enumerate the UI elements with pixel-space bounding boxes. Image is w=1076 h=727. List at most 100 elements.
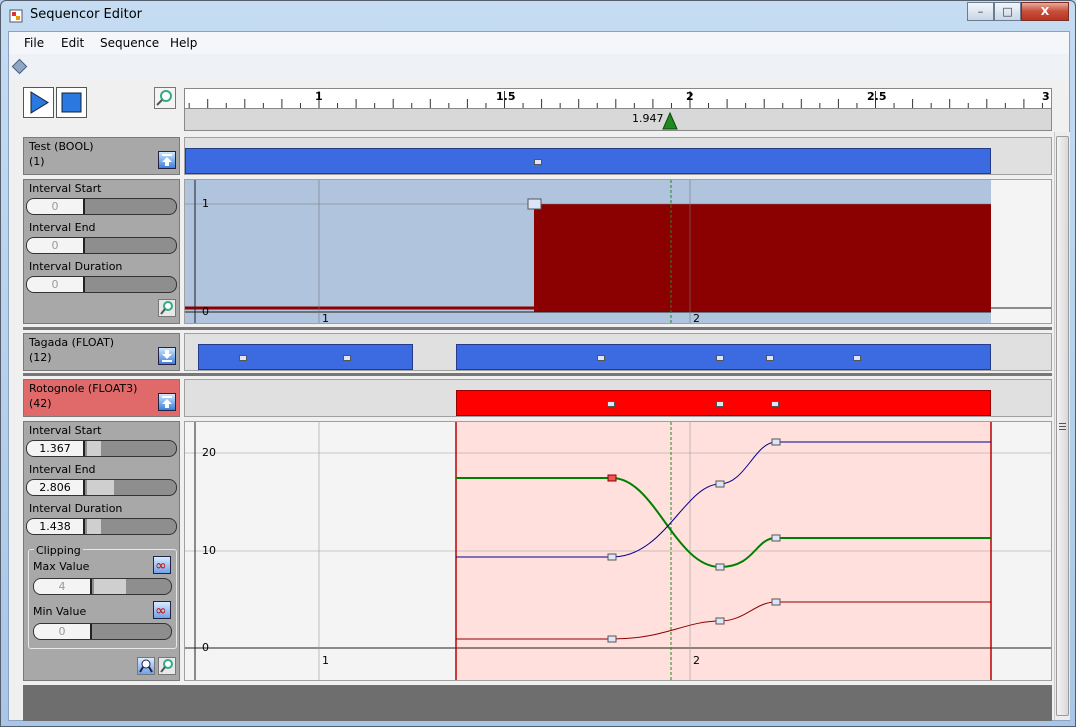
track-lane-rotognole[interactable] xyxy=(184,379,1052,417)
interval-end-label: Interval End xyxy=(29,463,96,476)
time-cursor-bar[interactable]: 1.947 xyxy=(184,108,1052,131)
track-header-rotognole[interactable]: Rotognole (FLOAT3) (42) xyxy=(23,379,180,417)
zoom-graph-button[interactable] xyxy=(158,657,176,675)
graph-test[interactable]: 1 0 1 2 xyxy=(184,179,1052,324)
scrollbar-thumb[interactable] xyxy=(1056,136,1069,716)
interval-duration-field[interactable]: 1.438 xyxy=(26,518,177,535)
x-label-1: 1 xyxy=(322,654,329,667)
min-infinity-button[interactable]: ∞ xyxy=(153,601,171,619)
track-key-count: (12) xyxy=(29,351,52,364)
y-label-20: 20 xyxy=(202,446,216,459)
track-name: Test (BOOL) xyxy=(29,140,94,153)
menu-help[interactable]: Help xyxy=(170,36,197,50)
interval-duration-field[interactable]: 0 xyxy=(26,276,177,293)
interval-start-value: 1.367 xyxy=(27,441,85,456)
collapse-track-button[interactable] xyxy=(158,393,176,411)
properties-panel-test: Interval Start 0 Interval End 0 Interval… xyxy=(23,179,180,324)
x-label-2: 2 xyxy=(693,654,700,667)
ruler-label-1-5: 1.5 xyxy=(496,90,516,103)
keyframe[interactable] xyxy=(716,401,724,407)
close-button[interactable]: X xyxy=(1021,2,1069,21)
svg-text:∞: ∞ xyxy=(155,603,167,618)
keyframe[interactable] xyxy=(343,355,351,361)
clipping-label: Clipping xyxy=(34,544,83,557)
float3-curve-graph xyxy=(185,422,1051,680)
diamond-icon[interactable] xyxy=(11,58,28,75)
interval-segment[interactable] xyxy=(198,344,413,370)
track-key-count: (1) xyxy=(29,155,45,168)
grip-icon xyxy=(1059,423,1066,424)
keyframe[interactable] xyxy=(853,355,861,361)
min-value-field[interactable]: 0 xyxy=(33,623,172,640)
keyframe[interactable] xyxy=(716,355,724,361)
track-separator xyxy=(23,373,1052,376)
arrow-up-icon xyxy=(162,396,172,408)
menu-file[interactable]: File xyxy=(24,36,44,50)
arrow-down-icon xyxy=(162,350,172,362)
minimize-button[interactable]: – xyxy=(967,2,994,21)
interval-end-field[interactable]: 0 xyxy=(26,237,177,254)
infinity-icon: ∞ xyxy=(155,603,167,619)
menu-edit[interactable]: Edit xyxy=(61,36,84,50)
interval-end-value: 0 xyxy=(27,238,85,253)
window-title: Sequencor Editor xyxy=(30,7,143,22)
keyframe[interactable] xyxy=(597,355,605,361)
interval-start-value: 0 xyxy=(27,199,85,214)
track-header-tagada[interactable]: Tagada (FLOAT) (12) xyxy=(23,333,180,371)
interval-end-field[interactable]: 2.806 xyxy=(26,479,177,496)
cursor-time-value: 1.947 xyxy=(632,112,664,125)
keyframe[interactable] xyxy=(766,355,774,361)
interval-start-field[interactable]: 1.367 xyxy=(26,440,177,457)
vertical-scrollbar[interactable] xyxy=(1054,132,1070,720)
max-value-label: Max Value xyxy=(33,560,90,573)
status-strip xyxy=(23,685,1052,721)
keyframe[interactable] xyxy=(607,401,615,407)
interval-start-field[interactable]: 0 xyxy=(26,198,177,215)
y-label-0: 0 xyxy=(202,305,209,318)
stop-icon xyxy=(61,92,82,113)
x-label-1: 1 xyxy=(322,312,329,324)
track-header-test[interactable]: Test (BOOL) (1) xyxy=(23,137,180,175)
interval-duration-value: 0 xyxy=(27,277,85,292)
collapse-track-button[interactable] xyxy=(158,151,176,169)
maximize-button[interactable]: □ xyxy=(994,2,1021,21)
max-infinity-button[interactable]: ∞ xyxy=(153,556,171,574)
menu-bar: File Edit Sequence Help xyxy=(9,32,1069,54)
editor-window: Sequencor Editor – □ X File Edit Sequenc… xyxy=(0,0,1076,727)
stop-button[interactable] xyxy=(56,87,87,118)
interval-start-label: Interval Start xyxy=(29,424,102,437)
app-icon xyxy=(9,9,23,23)
graph-rotognole[interactable]: 20 10 0 1 2 xyxy=(184,421,1052,681)
play-button[interactable] xyxy=(23,87,54,118)
fit-graph-button[interactable] xyxy=(137,657,155,675)
keyframe[interactable] xyxy=(534,159,542,165)
interval-segment[interactable] xyxy=(185,148,991,174)
magnifier-icon xyxy=(160,301,173,315)
interval-segment[interactable] xyxy=(456,344,991,370)
toolbar xyxy=(9,54,1069,80)
y-label-1: 1 xyxy=(202,197,209,210)
interval-duration-label: Interval Duration xyxy=(29,260,123,273)
keyframe[interactable] xyxy=(771,401,779,407)
arrow-up-icon xyxy=(162,154,172,166)
x-label-2: 2 xyxy=(693,312,700,324)
track-key-count: (42) xyxy=(29,397,52,410)
playhead-marker-icon[interactable] xyxy=(662,112,678,130)
clipping-group: Clipping Max Value ∞ 4 Min Value ∞ 0 xyxy=(28,544,177,649)
min-value-label: Min Value xyxy=(33,605,87,618)
interval-duration-label: Interval Duration xyxy=(29,502,123,515)
zoom-graph-button[interactable] xyxy=(158,299,176,317)
ruler-label-3: 3 xyxy=(1042,90,1050,103)
track-lane-test[interactable] xyxy=(184,137,1052,175)
keyframe[interactable] xyxy=(239,355,247,361)
interval-segment[interactable] xyxy=(456,390,991,416)
menu-sequence[interactable]: Sequence xyxy=(100,36,159,50)
zoom-button[interactable] xyxy=(154,87,176,109)
properties-panel-rotognole: Interval Start 1.367 Interval End 2.806 … xyxy=(23,421,180,681)
y-label-10: 10 xyxy=(202,544,216,557)
max-value-field[interactable]: 4 xyxy=(33,578,172,595)
title-bar[interactable]: Sequencor Editor – □ X xyxy=(1,1,1075,31)
expand-track-button[interactable] xyxy=(158,347,176,365)
track-lane-tagada[interactable] xyxy=(184,333,1052,371)
timeline-ruler[interactable]: 1 1.5 2 2.5 3 xyxy=(184,88,1052,109)
